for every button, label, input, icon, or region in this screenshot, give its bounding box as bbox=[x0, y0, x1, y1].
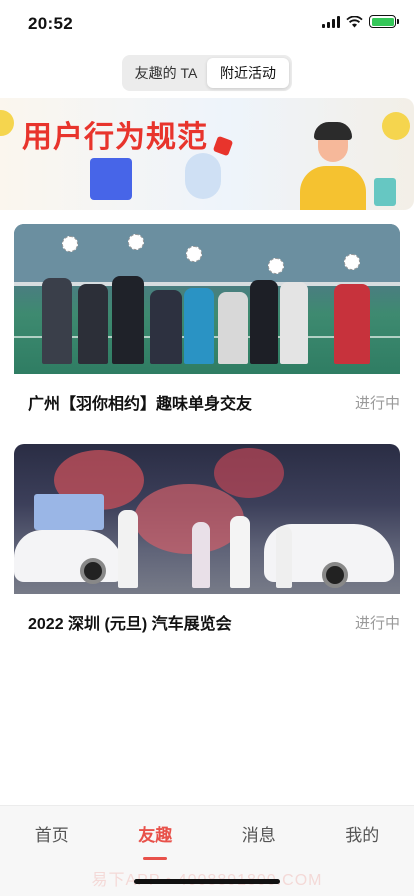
wifi-icon bbox=[346, 15, 363, 27]
tab-home[interactable]: 首页 bbox=[0, 806, 104, 860]
activity-title: 2022 深圳 (元旦) 汽车展览会 bbox=[28, 616, 232, 633]
person-figure bbox=[250, 280, 278, 364]
segmented-toggle: 友趣的 TA 附近活动 bbox=[122, 55, 292, 91]
banner-title: 用户行为规范 bbox=[22, 121, 208, 154]
tab-profile[interactable]: 我的 bbox=[311, 806, 414, 860]
blurred-face bbox=[344, 254, 360, 270]
banner-decor-circle bbox=[0, 110, 14, 136]
tab-friends-fun-label: 友趣 bbox=[138, 825, 173, 845]
tab-friends-fun[interactable]: 友趣 bbox=[104, 806, 208, 860]
car-wheel bbox=[322, 562, 348, 588]
car-shape bbox=[14, 530, 124, 582]
status-icons bbox=[322, 15, 399, 28]
activity-info: 2022 深圳 (元旦) 汽车展览会 进行中 bbox=[14, 594, 400, 650]
person-figure bbox=[78, 284, 108, 364]
activity-status: 进行中 bbox=[354, 394, 400, 412]
cellular-signal-icon bbox=[322, 15, 340, 28]
activity-photo bbox=[14, 224, 400, 374]
banner-decor-block bbox=[90, 158, 132, 200]
person-illustration bbox=[296, 122, 370, 210]
status-time: 20:52 bbox=[28, 14, 73, 33]
home-indicator[interactable] bbox=[134, 879, 280, 884]
person-figure bbox=[334, 284, 370, 364]
activity-info: 广州【羽你相约】趣味单身交友 进行中 bbox=[14, 374, 400, 430]
blossom-decor bbox=[134, 484, 244, 554]
person-figure bbox=[150, 290, 182, 364]
watermark: 易下APP • 4008891800.COM bbox=[91, 872, 322, 889]
banner-decor-box bbox=[374, 178, 396, 206]
activity-status: 进行中 bbox=[354, 614, 400, 632]
blurred-face bbox=[186, 246, 202, 262]
person-figure bbox=[192, 522, 210, 588]
tab-nearby-activities[interactable]: 附近活动 bbox=[207, 58, 289, 88]
battery-charging-icon bbox=[369, 15, 399, 28]
blurred-face bbox=[62, 236, 78, 252]
person-figure bbox=[276, 526, 292, 588]
person-figure bbox=[184, 288, 214, 364]
tab-friends[interactable]: 友趣的 TA bbox=[125, 58, 207, 88]
person-figure bbox=[218, 292, 248, 364]
person-figure bbox=[42, 278, 72, 364]
tab-profile-label: 我的 bbox=[345, 825, 380, 845]
person-figure bbox=[118, 510, 138, 588]
banner-decor-bubble bbox=[185, 153, 221, 199]
tab-home-label: 首页 bbox=[34, 825, 69, 845]
app-screen: 20:52 友趣的 TA 附近活动 用户行为规范 广州【羽你相约】趣味单身交友 … bbox=[0, 0, 414, 896]
person-figure bbox=[112, 276, 144, 364]
tab-messages-label: 消息 bbox=[241, 825, 276, 845]
display-screen bbox=[34, 494, 104, 530]
activity-card[interactable]: 2022 深圳 (元旦) 汽车展览会 进行中 bbox=[14, 444, 400, 650]
banner-decor-dot bbox=[382, 112, 410, 140]
blurred-face bbox=[268, 258, 284, 274]
activity-card[interactable]: 广州【羽你相约】趣味单身交友 进行中 bbox=[14, 224, 400, 430]
activity-title: 广州【羽你相约】趣味单身交友 bbox=[28, 396, 253, 413]
tab-messages[interactable]: 消息 bbox=[207, 806, 311, 860]
banner-decor-cube bbox=[212, 135, 234, 157]
active-tab-indicator bbox=[143, 857, 168, 860]
person-figure bbox=[280, 282, 308, 364]
status-bar: 20:52 bbox=[0, 0, 414, 50]
blurred-face bbox=[128, 234, 144, 250]
blossom-decor bbox=[214, 448, 284, 498]
guidelines-banner[interactable]: 用户行为规范 bbox=[0, 98, 414, 210]
car-wheel bbox=[80, 558, 106, 584]
activity-photo bbox=[14, 444, 400, 594]
person-figure bbox=[230, 516, 250, 588]
